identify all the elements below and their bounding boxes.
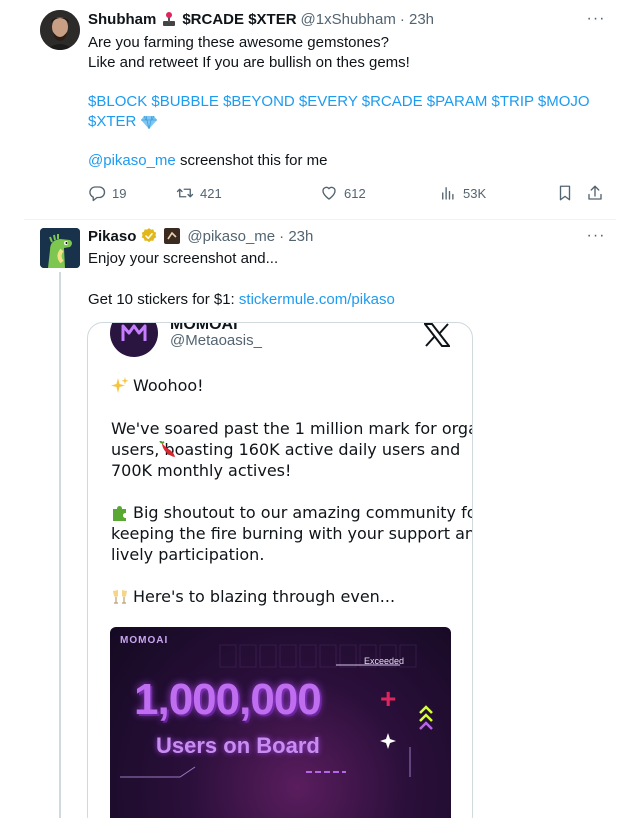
puzzle-icon bbox=[111, 504, 129, 522]
share-icon bbox=[588, 185, 602, 200]
card-line: Woohoo! bbox=[111, 375, 204, 396]
banner-subline: Users on Board bbox=[156, 733, 320, 758]
x-logo-icon bbox=[422, 323, 452, 352]
retweet-button[interactable]: 421 bbox=[176, 183, 222, 203]
tweet-time[interactable]: · 23h bbox=[279, 228, 313, 245]
author-name[interactable]: Pikaso bbox=[88, 228, 136, 245]
card-author-handle: @Metaoasis_ bbox=[170, 332, 262, 349]
avatar[interactable] bbox=[40, 10, 80, 50]
more-options-icon[interactable]: ··· bbox=[586, 226, 606, 246]
milestone-banner-image[interactable]: MOMOAI Exceeded 1,000,000 + Users on Boa… bbox=[110, 627, 451, 818]
tweet-text-line: Are you farming these awesome gemstones? bbox=[88, 34, 389, 51]
verified-badge-icon bbox=[140, 227, 158, 245]
gem-icon bbox=[141, 115, 158, 129]
arcade-joystick-icon bbox=[161, 11, 177, 27]
mention-link[interactable]: @pikaso_me bbox=[88, 152, 176, 169]
tweet-text-line: Get 10 stickers for $1: stickermule.com/… bbox=[88, 290, 395, 310]
banner-headline: 1,000,000 bbox=[134, 675, 322, 724]
sticker-link[interactable]: stickermule.com/pikaso bbox=[239, 291, 395, 308]
sticker-offer-text: Get 10 stickers for $1: bbox=[88, 291, 239, 308]
retweet-icon bbox=[176, 188, 194, 198]
author-name[interactable]: Shubham bbox=[88, 11, 156, 28]
like-icon bbox=[322, 186, 336, 200]
sparkles-icon bbox=[111, 376, 129, 395]
bookmark-button[interactable] bbox=[556, 183, 580, 203]
card-avatar bbox=[110, 323, 158, 357]
cashtag-xter[interactable]: $XTER bbox=[88, 112, 136, 132]
tweet-header: Pikaso @pikaso_me · 23h bbox=[88, 226, 313, 246]
card-line: lively participation. bbox=[111, 545, 265, 564]
views-count: 53K bbox=[463, 185, 487, 201]
author-handle[interactable]: @pikaso_me bbox=[187, 228, 275, 245]
author-handle[interactable]: @1xShubham bbox=[301, 11, 396, 28]
banner-exceeded-label: Exceeded bbox=[364, 656, 405, 666]
thread-line bbox=[59, 272, 61, 818]
clinking-glasses-icon bbox=[111, 588, 129, 606]
reply-button[interactable]: 19 bbox=[88, 183, 126, 203]
share-button[interactable] bbox=[586, 183, 610, 203]
affiliate-badge-icon bbox=[164, 228, 181, 244]
views-icon bbox=[442, 187, 454, 200]
mention-line: @pikaso_me screenshot this for me bbox=[88, 151, 328, 171]
avatar[interactable] bbox=[40, 228, 80, 268]
views-button[interactable]: 53K bbox=[439, 183, 486, 203]
like-button[interactable]: 612 bbox=[320, 183, 366, 203]
screenshot-card[interactable]: MOMOAI @Metaoasis_ Woohoo! We've soared … bbox=[87, 322, 473, 818]
tweet-shubham: Shubham $RCADE $XTER @1xShubham · 23h ··… bbox=[0, 0, 640, 220]
card-line: 700K monthly actives! bbox=[111, 461, 292, 480]
tweet-time[interactable]: · 23h bbox=[400, 11, 434, 28]
card-line: keeping the fire burning with your suppo… bbox=[111, 524, 473, 543]
mention-rest: screenshot this for me bbox=[175, 152, 328, 169]
card-line: We've soared past the 1 million mark for… bbox=[111, 419, 473, 438]
author-name-suffix[interactable]: $RCADE $XTER bbox=[182, 11, 296, 28]
card-line: users, boasting 160K active daily users … bbox=[111, 439, 460, 460]
card-line-text: Big shoutout to our amazing community fo… bbox=[133, 503, 473, 522]
like-count: 612 bbox=[344, 185, 366, 201]
bookmark-icon bbox=[559, 185, 571, 201]
card-line-text: Woohoo! bbox=[133, 376, 204, 395]
tweet-text-line: Enjoy your screenshot and... bbox=[88, 250, 279, 267]
reply-icon bbox=[89, 186, 106, 202]
tweet-text-line: Like and retweet If you are bullish on t… bbox=[88, 54, 410, 71]
banner-brand: MOMOAI bbox=[120, 635, 169, 646]
card-line: Here's to blazing through even... bbox=[111, 586, 395, 607]
card-line: Big shoutout to our amazing community fo… bbox=[111, 502, 473, 523]
tweet-header: Shubham $RCADE $XTER @1xShubham · 23h bbox=[88, 9, 434, 29]
retweet-count: 421 bbox=[200, 185, 222, 201]
banner-plus-icon: + bbox=[380, 683, 397, 714]
more-options-icon[interactable]: ··· bbox=[586, 9, 606, 29]
reply-count: 19 bbox=[112, 185, 127, 201]
cashtags[interactable]: $BLOCK $BUBBLE $BEYOND $EVERY $RCADE $PA… bbox=[88, 92, 590, 112]
tweet-actions: 19 421 612 53K bbox=[88, 183, 608, 203]
cashtags-line-2: $XTER bbox=[88, 112, 158, 132]
card-line-text: Here's to blazing through even... bbox=[133, 587, 396, 606]
